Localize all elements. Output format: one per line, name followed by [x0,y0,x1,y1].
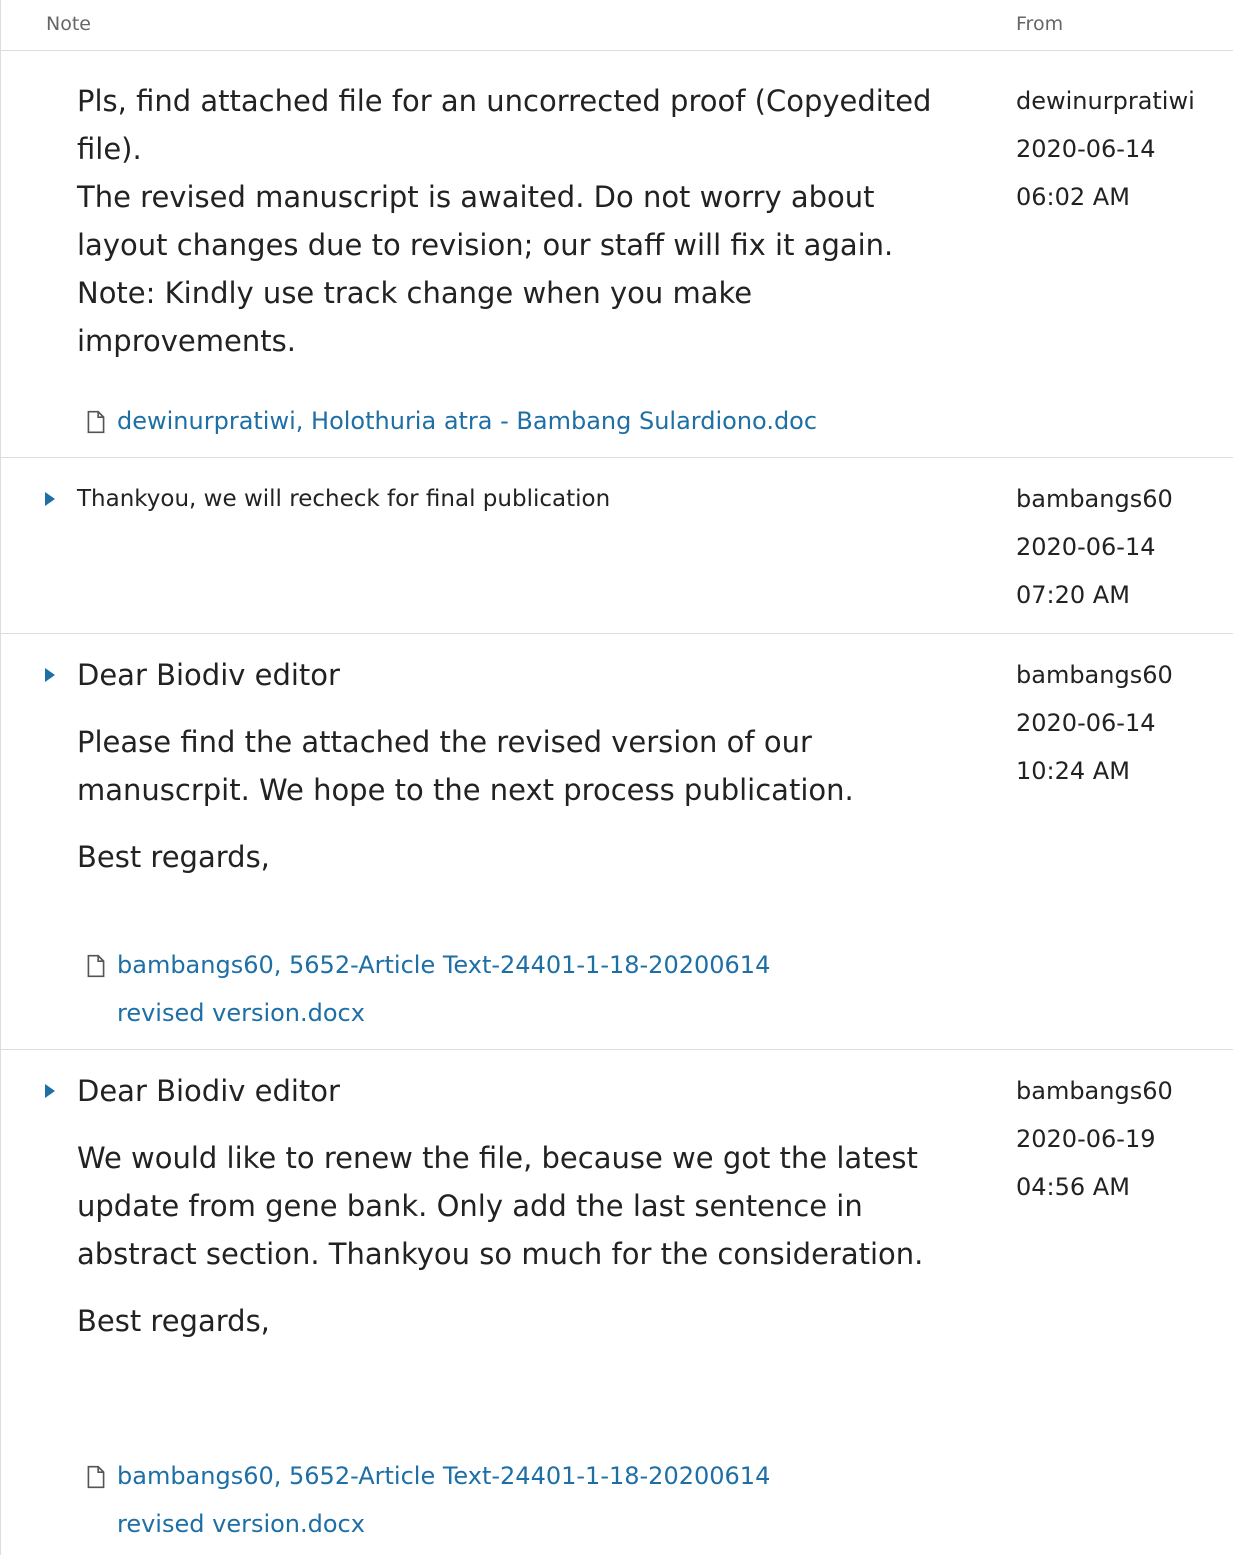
document-icon [87,1465,105,1489]
note-paragraph: Please find the attached the revised ver… [77,725,854,807]
note-time: 10:24 AM [1016,757,1130,785]
note-author: bambangs60 [1016,1077,1173,1105]
note-paragraph: Best regards, [77,840,270,874]
note-time: 04:56 AM [1016,1173,1130,1201]
note-meta: dewinurpratiwi 2020-06-14 06:02 AM [1016,77,1195,221]
attachment-link[interactable]: bambangs60, 5652-Article Text-24401-1-18… [77,1452,857,1548]
note-date: 2020-06-19 [1016,1125,1156,1153]
note-paragraph: We would like to renew the file, because… [77,1141,924,1271]
note-text: Dear Biodiv editor We would like to rene… [77,1067,947,1345]
note-paragraph: Note: Kindly use track change when you m… [77,276,753,358]
note-paragraph: The revised manuscript is awaited. Do no… [77,180,894,262]
note-meta: bambangs60 2020-06-14 07:20 AM [1016,475,1173,619]
column-header-from: From [1016,13,1064,35]
triangle-right-icon[interactable] [45,492,55,506]
notes-panel: Note From Pls, find attached file for an… [0,0,1233,1555]
note-paragraph: Pls, find attached file for an uncorrect… [77,84,932,166]
column-header-note: Note [46,13,91,35]
note-time: 07:20 AM [1016,581,1130,609]
document-icon [87,410,105,434]
note-row: Dear Biodiv editor Please find the attac… [1,634,1233,1050]
note-row: Dear Biodiv editor We would like to rene… [1,1050,1233,1555]
note-text: Dear Biodiv editor Please find the attac… [77,651,947,881]
note-text: Pls, find attached file for an uncorrect… [77,77,947,365]
attachment-link[interactable]: bambangs60, 5652-Article Text-24401-1-18… [77,941,857,1037]
note-paragraph: Thankyou, we will recheck for final publ… [77,486,611,512]
attachment-filename[interactable]: dewinurpratiwi, Holothuria atra - Bamban… [117,407,817,435]
note-author: bambangs60 [1016,661,1173,689]
note-author: dewinurpratiwi [1016,87,1195,115]
attachment-filename[interactable]: bambangs60, 5652-Article Text-24401-1-18… [117,951,770,1027]
note-paragraph: Dear Biodiv editor [77,658,340,692]
note-paragraph: Dear Biodiv editor [77,1074,340,1108]
note-paragraph: Best regards, [77,1304,270,1338]
note-meta: bambangs60 2020-06-14 10:24 AM [1016,651,1173,795]
triangle-right-icon[interactable] [45,668,55,682]
note-text: Thankyou, we will recheck for final publ… [77,475,947,523]
note-row: Pls, find attached file for an uncorrect… [1,51,1233,458]
notes-table-header: Note From [1,0,1233,51]
attachment-filename[interactable]: bambangs60, 5652-Article Text-24401-1-18… [117,1462,770,1538]
note-time: 06:02 AM [1016,183,1130,211]
note-row: Thankyou, we will recheck for final publ… [1,458,1233,634]
triangle-right-icon[interactable] [45,1084,55,1098]
note-date: 2020-06-14 [1016,135,1156,163]
note-author: bambangs60 [1016,485,1173,513]
attachment-link[interactable]: dewinurpratiwi, Holothuria atra - Bamban… [77,397,857,445]
note-date: 2020-06-14 [1016,533,1156,561]
note-meta: bambangs60 2020-06-19 04:56 AM [1016,1067,1173,1211]
document-icon [87,954,105,978]
note-date: 2020-06-14 [1016,709,1156,737]
